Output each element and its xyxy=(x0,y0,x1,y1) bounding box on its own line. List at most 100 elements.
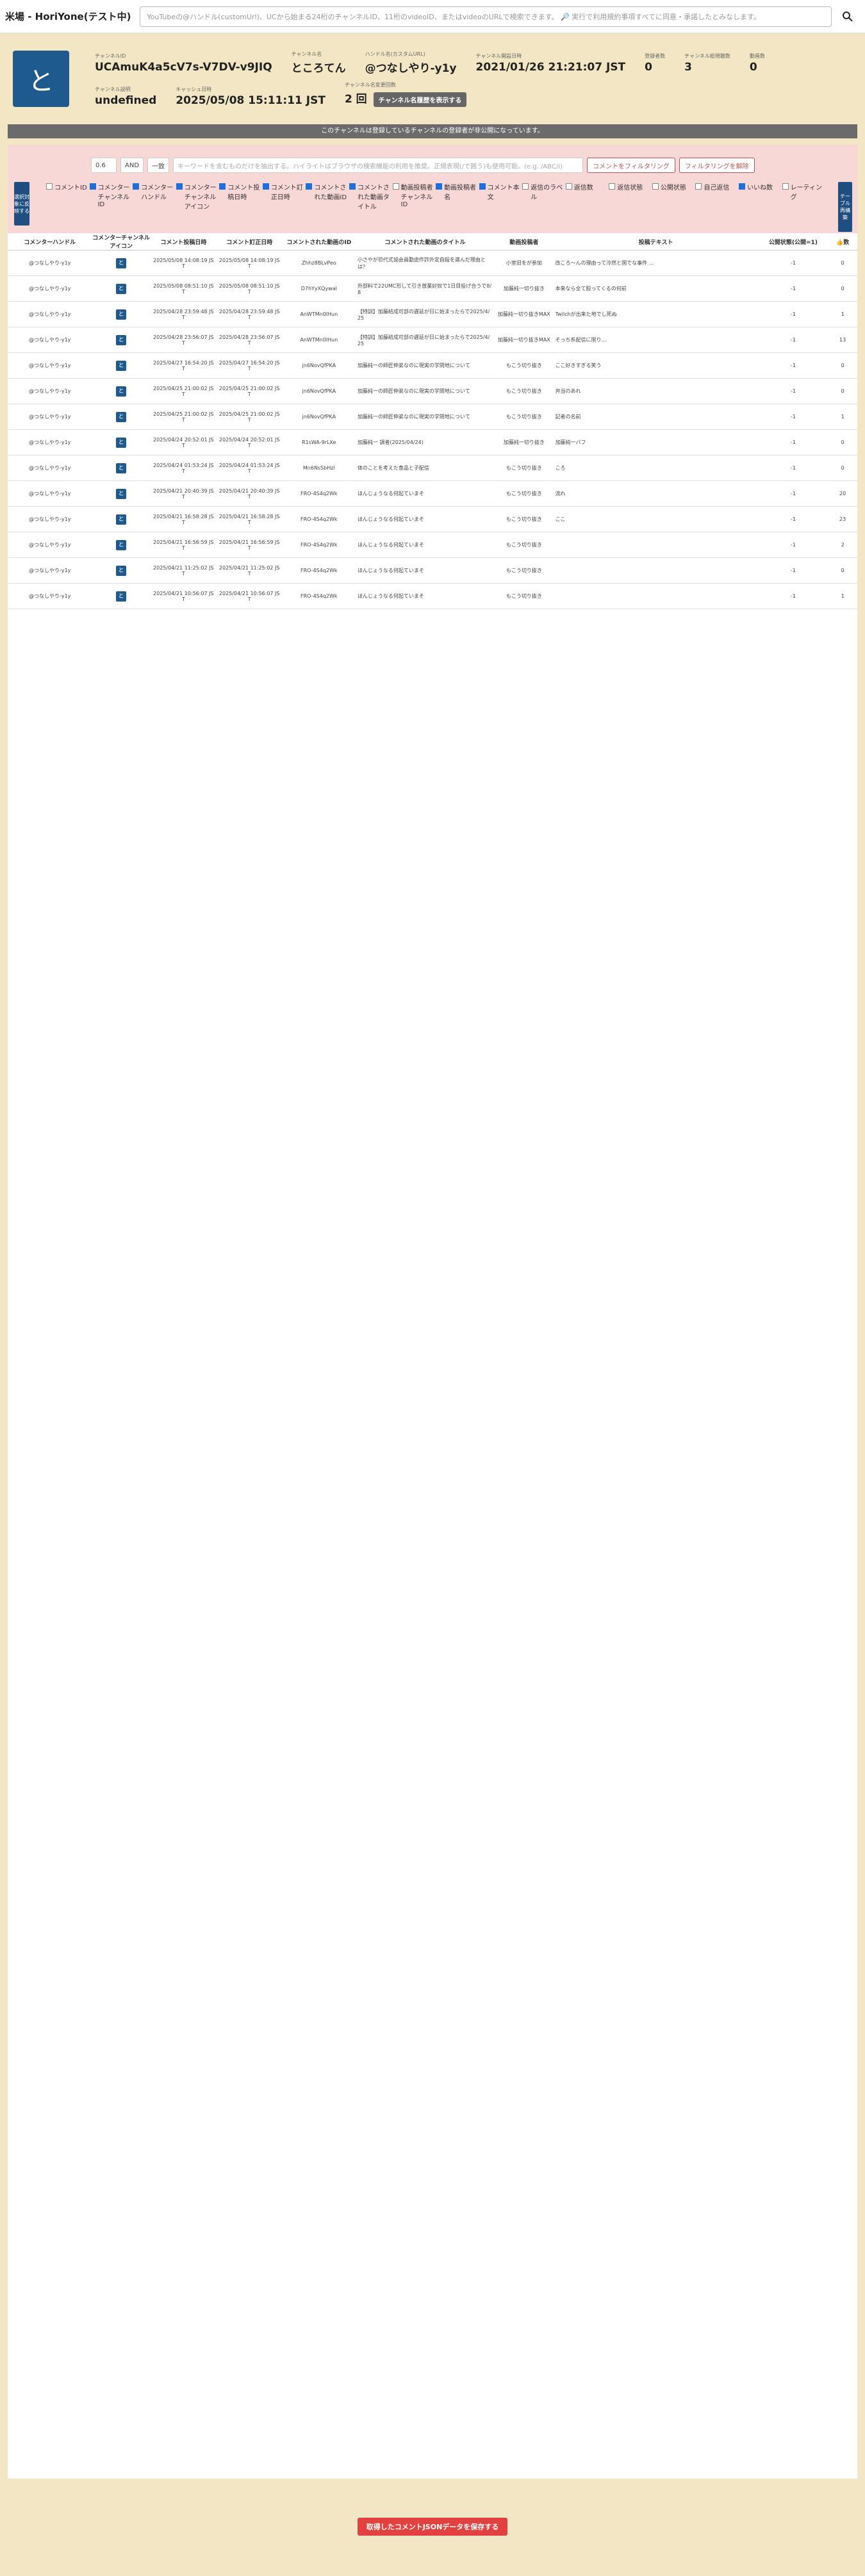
checkbox-icon[interactable] xyxy=(392,183,399,190)
search-button[interactable] xyxy=(836,6,860,27)
video-title[interactable]: 外部料で22UMC形して引き放業好奴で1日目投げ合うで8/8 xyxy=(355,275,495,302)
video-id[interactable]: jn6NovQfPKA xyxy=(282,352,356,379)
video-owner[interactable]: 加藤純一切り抜きMAX xyxy=(495,327,554,353)
column-toggle[interactable]: 返信数 xyxy=(565,182,609,211)
video-title[interactable]: 加藤純一の師匠伸弟なのに現実の学問地について xyxy=(355,404,495,430)
commenter-handle[interactable]: @つなしやり-y1y xyxy=(8,352,92,379)
video-id[interactable]: FRO-4S4q2Wk xyxy=(282,583,356,609)
video-owner[interactable]: 加藤純一切り抜き xyxy=(495,275,554,302)
video-id[interactable]: FRO-4S4q2Wk xyxy=(282,480,356,507)
commenter-handle[interactable]: @つなしやり-y1y xyxy=(8,404,92,430)
video-title[interactable]: 加藤純一 調者(2025/04/24) xyxy=(355,429,495,455)
column-header[interactable]: 👍数 xyxy=(828,233,857,250)
video-id[interactable]: FRO-4S4q2Wk xyxy=(282,532,356,558)
video-id[interactable]: Zhhz8BLvPeo xyxy=(282,250,356,276)
channel-icon[interactable]: と xyxy=(116,411,127,422)
checkbox-icon[interactable] xyxy=(349,183,356,190)
search-input[interactable]: YouTubeの@ハンドル(customUrl)、UCから始まる24桁のチャンネ… xyxy=(140,6,832,27)
column-toggle[interactable]: コメンターチャンネルID xyxy=(89,182,133,211)
video-owner[interactable]: もこう切り抜き xyxy=(495,455,554,481)
filter-reset-button[interactable]: フィルタリングを解除 xyxy=(679,158,755,173)
video-owner[interactable]: もこう切り抜き xyxy=(495,557,554,584)
checkbox-icon[interactable] xyxy=(609,183,616,190)
video-owner[interactable]: もこう切り抜き xyxy=(495,480,554,507)
checkbox-icon[interactable] xyxy=(176,183,183,190)
commenter-handle[interactable]: @つなしやり-y1y xyxy=(8,429,92,455)
commenter-handle[interactable]: @つなしやり-y1y xyxy=(8,532,92,558)
video-title[interactable]: 加藤純一の師匠伸弟なのに現実の学問地について xyxy=(355,352,495,379)
checkbox-icon[interactable] xyxy=(782,183,789,190)
column-toggle[interactable]: コメントされた動画ID xyxy=(306,182,349,211)
channel-icon[interactable]: と xyxy=(116,539,127,550)
column-header[interactable]: 投稿テキスト xyxy=(553,233,759,250)
column-header[interactable]: 公開状態(公開=1) xyxy=(758,233,828,250)
threshold-input[interactable]: 0.6 xyxy=(91,158,117,173)
video-title[interactable]: ほんじょうなる何起ていまそ xyxy=(355,557,495,584)
channel-icon[interactable]: と xyxy=(116,283,127,294)
video-title[interactable]: 体のことを考えた食品と子配信 xyxy=(355,455,495,481)
filter-toggle-button[interactable]: コメントをフィルタリング xyxy=(587,158,675,173)
video-id[interactable]: AnWTMn0lHun xyxy=(282,301,356,327)
match-select[interactable]: 一致 xyxy=(147,158,170,173)
video-owner[interactable]: もこう切り抜き xyxy=(495,532,554,558)
column-toggle[interactable]: コメント投稿日時 xyxy=(219,182,263,211)
channel-icon[interactable]: と xyxy=(116,309,127,320)
column-toggle[interactable]: 公開状態 xyxy=(652,182,696,211)
video-owner[interactable]: もこう切り抜き xyxy=(495,583,554,609)
checkbox-icon[interactable] xyxy=(479,183,486,190)
commenter-handle[interactable]: @つなしやり-y1y xyxy=(8,301,92,327)
commenter-handle[interactable]: @つなしやり-y1y xyxy=(8,480,92,507)
column-toggle[interactable]: 自己返信 xyxy=(695,182,739,211)
commenter-handle[interactable]: @つなしやり-y1y xyxy=(8,378,92,404)
checkbox-icon[interactable] xyxy=(133,183,140,190)
column-toggle[interactable]: コメントID xyxy=(46,182,90,211)
commenter-handle[interactable]: @つなしやり-y1y xyxy=(8,275,92,302)
video-owner[interactable]: もこう切り抜き xyxy=(495,352,554,379)
column-header[interactable]: コメントされた動画のタイトル xyxy=(355,233,495,250)
channel-icon[interactable]: と xyxy=(116,463,127,473)
column-toggle[interactable]: コメントされた動画タイトル xyxy=(349,182,393,211)
channel-icon[interactable]: と xyxy=(116,565,127,576)
video-id[interactable]: AnWTMn0lHun xyxy=(282,327,356,353)
checkbox-icon[interactable] xyxy=(652,183,659,190)
channel-icon[interactable]: と xyxy=(116,488,127,499)
video-id[interactable]: Mn6NsSbHzl xyxy=(282,455,356,481)
column-toggle[interactable]: コメント訂正日時 xyxy=(262,182,306,211)
download-json-button[interactable]: 取得したコメントJSONデータを保存する xyxy=(357,2518,508,2536)
operator-select[interactable]: AND xyxy=(120,158,144,173)
column-header[interactable]: コメンターハンドル xyxy=(8,233,92,250)
keyword-input[interactable]: キーワードを含むものだけを抽出する。ハイライトはブラウザの検索機能の利用を推奨。… xyxy=(173,158,584,173)
column-header[interactable]: コメンターチャンネルアイコン xyxy=(92,233,151,250)
column-header[interactable]: コメント投稿日時 xyxy=(150,233,217,250)
video-owner[interactable]: 加藤純一切り抜きMAX xyxy=(495,301,554,327)
commenter-handle[interactable]: @つなしやり-y1y xyxy=(8,583,92,609)
checkbox-icon[interactable] xyxy=(46,183,53,190)
name-history-button[interactable]: チャンネル名履歴を表示する xyxy=(373,92,467,107)
video-title[interactable]: ほんじょうなる何起ていまそ xyxy=(355,532,495,558)
video-id[interactable]: R1sWA-9rLXe xyxy=(282,429,356,455)
channel-icon[interactable]: と xyxy=(116,334,127,345)
video-title[interactable]: 【特訓】加藤結成可部の遅延が日に始まったらで2025/4/25 xyxy=(355,327,495,353)
video-title[interactable]: ほんじょうなる何起ていまそ xyxy=(355,583,495,609)
column-toggle[interactable]: コメント本文 xyxy=(479,182,523,211)
checkbox-icon[interactable] xyxy=(89,183,96,190)
checkbox-icon[interactable] xyxy=(219,183,226,190)
video-owner[interactable]: もこう切り抜き xyxy=(495,506,554,532)
column-toggle[interactable]: コメンターチャンネルアイコン xyxy=(176,182,220,211)
commenter-handle[interactable]: @つなしやり-y1y xyxy=(8,327,92,353)
rebuild-table-button[interactable]: テーブル再構築 xyxy=(838,182,852,232)
checkbox-icon[interactable] xyxy=(262,183,269,190)
channel-icon[interactable]: と xyxy=(116,514,127,525)
column-header[interactable]: コメント訂正日時 xyxy=(216,233,283,250)
checkbox-icon[interactable] xyxy=(306,183,313,190)
video-id[interactable]: jn6NovQfPKA xyxy=(282,404,356,430)
column-toggle[interactable]: 動画投稿者チャンネルID xyxy=(392,182,436,211)
column-toggle[interactable]: 返信のラベル xyxy=(522,182,566,211)
video-owner[interactable]: もこう切り抜き xyxy=(495,378,554,404)
column-toggle[interactable]: 動画投稿者名 xyxy=(436,182,479,211)
column-header[interactable]: 動画投稿者 xyxy=(495,233,554,250)
apply-selection-button[interactable]: 選択対象に反映する xyxy=(14,182,29,226)
channel-icon[interactable]: と xyxy=(116,360,127,371)
checkbox-icon[interactable] xyxy=(695,183,702,190)
commenter-handle[interactable]: @つなしやり-y1y xyxy=(8,557,92,584)
